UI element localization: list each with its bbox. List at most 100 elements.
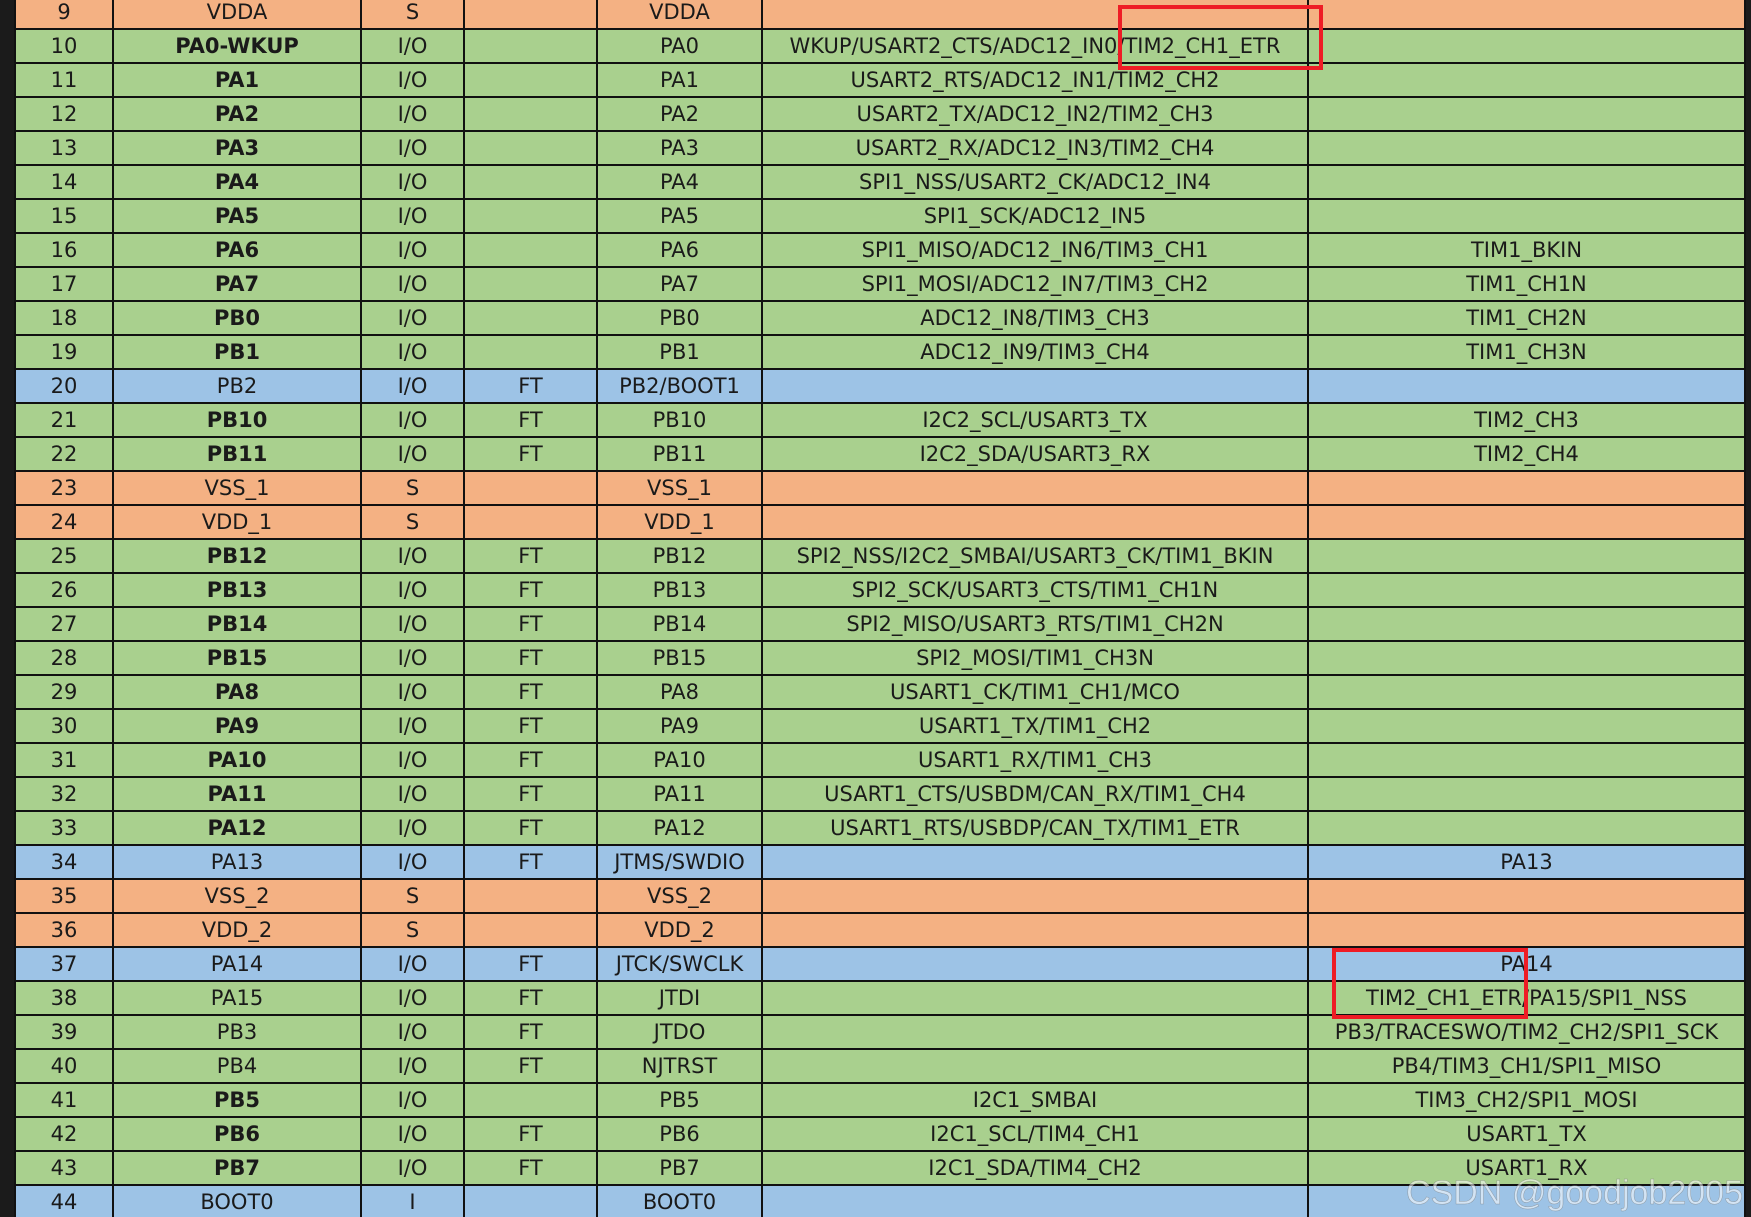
cell-io-level: FT <box>463 1116 598 1152</box>
cell-remap: PB4/TIM3_CH1/SPI1_MISO <box>1307 1048 1746 1084</box>
table-row: 34 PA13 I/O FT JTMS/SWDIO PA13 <box>14 844 1746 880</box>
cell-pin-type: I/O <box>360 1150 465 1186</box>
cell-remap <box>1307 198 1746 234</box>
cell-main-function: PB5 <box>596 1082 763 1118</box>
cell-io-level <box>463 504 598 540</box>
table-row: 23 VSS_1 S VSS_1 <box>14 470 1746 506</box>
cell-pin-number: 22 <box>14 436 114 472</box>
cell-pin-name: PB12 <box>112 538 362 574</box>
cell-pin-number: 35 <box>14 878 114 914</box>
cell-main-function: PA6 <box>596 232 763 268</box>
table-row: 31 PA10 I/O FT PA10 USART1_RX/TIM1_CH3 <box>14 742 1746 778</box>
cell-default-alternate: SPI2_SCK/USART3_CTS/TIM1_CH1N <box>761 572 1309 608</box>
cell-pin-type: I/O <box>360 402 465 438</box>
table-row: 40 PB4 I/O FT NJTRST PB4/TIM3_CH1/SPI1_MISO <box>14 1048 1746 1084</box>
cell-pin-type: I/O <box>360 538 465 574</box>
cell-pin-name: PA4 <box>112 164 362 200</box>
cell-pin-number: 24 <box>14 504 114 540</box>
cell-pin-name: PA12 <box>112 810 362 846</box>
cell-remap: TIM1_BKIN <box>1307 232 1746 268</box>
cell-pin-name: PA0-WKUP <box>112 28 362 64</box>
cell-pin-name: PA5 <box>112 198 362 234</box>
cell-pin-number: 41 <box>14 1082 114 1118</box>
cell-pin-type: I/O <box>360 674 465 710</box>
cell-pin-type: I/O <box>360 334 465 370</box>
cell-remap <box>1307 776 1746 812</box>
cell-pin-number: 25 <box>14 538 114 574</box>
table-row: 19 PB1 I/O PB1 ADC12_IN9/TIM3_CH4 TIM1_CH3N <box>14 334 1746 370</box>
cell-default-alternate: WKUP/USART2_CTS/ADC12_IN0/TIM2_CH1_ETR <box>761 28 1309 64</box>
cell-remap: TIM3_CH2/SPI1_MOSI <box>1307 1082 1746 1118</box>
cell-pin-number: 36 <box>14 912 114 948</box>
cell-pin-type: S <box>360 912 465 948</box>
cell-io-level <box>463 300 598 336</box>
cell-pin-name: PA14 <box>112 946 362 982</box>
cell-main-function: PA5 <box>596 198 763 234</box>
cell-pin-type: I/O <box>360 1048 465 1084</box>
cell-remap <box>1307 878 1746 914</box>
cell-default-alternate <box>761 1014 1309 1050</box>
cell-pin-number: 32 <box>14 776 114 812</box>
cell-pin-name: PA13 <box>112 844 362 880</box>
cell-pin-type: I/O <box>360 266 465 302</box>
table-row: 26 PB13 I/O FT PB13 SPI2_SCK/USART3_CTS/TIM1_… <box>14 572 1746 608</box>
cell-pin-name: VDD_1 <box>112 504 362 540</box>
table-row: 38 PA15 I/O FT JTDI TIM2_CH1_ETR/PA15/SPI1_NS… <box>14 980 1746 1016</box>
cell-pin-number: 19 <box>14 334 114 370</box>
cell-pin-number: 11 <box>14 62 114 98</box>
cell-pin-name: PB5 <box>112 1082 362 1118</box>
cell-pin-name: PA1 <box>112 62 362 98</box>
cell-default-alternate: USART1_CK/TIM1_CH1/MCO <box>761 674 1309 710</box>
cell-pin-number: 37 <box>14 946 114 982</box>
cell-main-function: PB15 <box>596 640 763 676</box>
cell-main-function: PB2/BOOT1 <box>596 368 763 404</box>
table-row: 22 PB11 I/O FT PB11 I2C2_SDA/USART3_RX TIM2_CH… <box>14 436 1746 472</box>
cell-pin-number: 10 <box>14 28 114 64</box>
table-row: 33 PA12 I/O FT PA12 USART1_RTS/USBDP/CAN_TX/T… <box>14 810 1746 846</box>
cell-default-alternate: I2C1_SDA/TIM4_CH2 <box>761 1150 1309 1186</box>
cell-main-function: PA11 <box>596 776 763 812</box>
cell-io-level <box>463 0 598 30</box>
cell-pin-type: I/O <box>360 368 465 404</box>
cell-pin-type: S <box>360 878 465 914</box>
cell-pin-number: 13 <box>14 130 114 166</box>
cell-main-function: PA10 <box>596 742 763 778</box>
cell-main-function: PA3 <box>596 130 763 166</box>
cell-main-function: VSS_2 <box>596 878 763 914</box>
cell-pin-number: 23 <box>14 470 114 506</box>
table-row: 42 PB6 I/O FT PB6 I2C1_SCL/TIM4_CH1 USART1_TX <box>14 1116 1746 1152</box>
cell-pin-number: 30 <box>14 708 114 744</box>
table-row: 32 PA11 I/O FT PA11 USART1_CTS/USBDM/CAN_RX/T… <box>14 776 1746 812</box>
cell-main-function: JTCK/SWCLK <box>596 946 763 982</box>
cell-pin-type: I/O <box>360 946 465 982</box>
cell-io-level: FT <box>463 640 598 676</box>
cell-default-alternate: USART1_CTS/USBDM/CAN_RX/TIM1_CH4 <box>761 776 1309 812</box>
cell-io-level: FT <box>463 1014 598 1050</box>
cell-pin-number: 39 <box>14 1014 114 1050</box>
cell-pin-number: 40 <box>14 1048 114 1084</box>
cell-pin-number: 21 <box>14 402 114 438</box>
table-row: 39 PB3 I/O FT JTDO PB3/TRACESWO/TIM2_CH2/SPI1… <box>14 1014 1746 1050</box>
cell-default-alternate: USART1_RX/TIM1_CH3 <box>761 742 1309 778</box>
cell-io-level <box>463 198 598 234</box>
table-row: 20 PB2 I/O FT PB2/BOOT1 <box>14 368 1746 404</box>
cell-default-alternate <box>761 946 1309 982</box>
cell-io-level: FT <box>463 1150 598 1186</box>
cell-pin-type: I/O <box>360 62 465 98</box>
cell-remap: TIM2_CH4 <box>1307 436 1746 472</box>
cell-pin-number: 15 <box>14 198 114 234</box>
cell-io-level: FT <box>463 844 598 880</box>
cell-pin-number: 16 <box>14 232 114 268</box>
cell-pin-name: PB14 <box>112 606 362 642</box>
cell-remap <box>1307 164 1746 200</box>
cell-pin-number: 38 <box>14 980 114 1016</box>
cell-main-function: PA2 <box>596 96 763 132</box>
table-row: 28 PB15 I/O FT PB15 SPI2_MOSI/TIM1_CH3N <box>14 640 1746 676</box>
cell-pin-name: PA7 <box>112 266 362 302</box>
cell-pin-number: 26 <box>14 572 114 608</box>
cell-pin-type: I <box>360 1184 465 1217</box>
cell-pin-name: VDD_2 <box>112 912 362 948</box>
cell-pin-name: PA6 <box>112 232 362 268</box>
cell-io-level: FT <box>463 572 598 608</box>
cell-remap <box>1307 368 1746 404</box>
